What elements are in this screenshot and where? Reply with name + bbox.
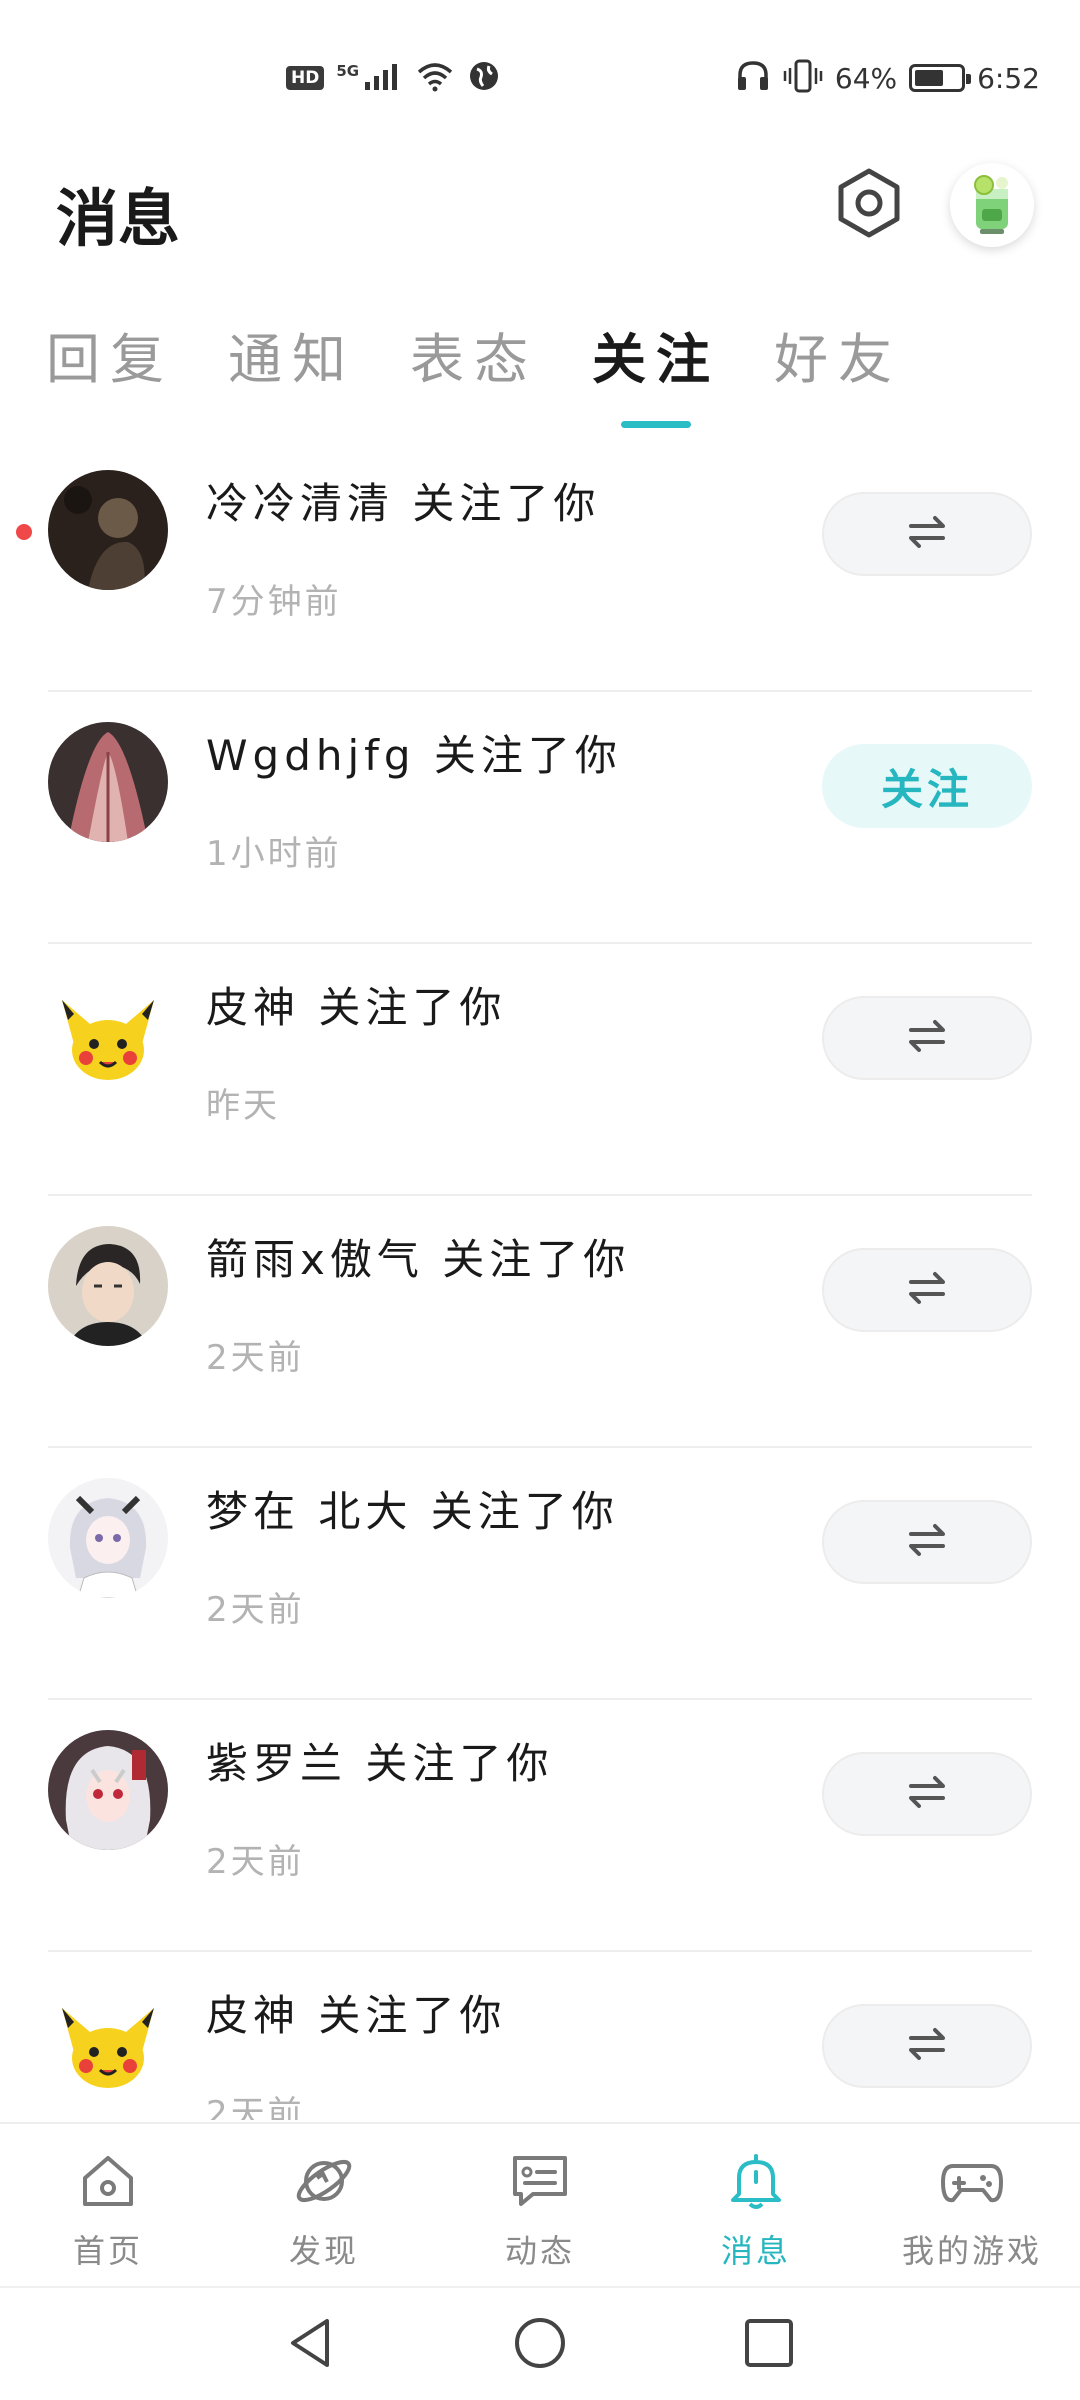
nav-item-0[interactable]: 首页 <box>0 2124 216 2284</box>
cellular-signal-icon <box>363 60 403 96</box>
notification-text: 箭雨x傲气 关注了你 <box>206 1235 631 1284</box>
swap-arrows-icon <box>903 508 951 560</box>
unread-dot <box>16 524 32 540</box>
nav-label: 我的游戏 <box>901 2232 1042 2270</box>
swap-arrows-icon <box>903 1012 951 1064</box>
notification-text: 梦在 北大 关注了你 <box>206 1487 619 1536</box>
mutual-follow-button[interactable] <box>822 1248 1032 1332</box>
nav-label: 首页 <box>72 2232 143 2270</box>
dark-hair-man-avatar[interactable] <box>48 1226 168 1346</box>
notification-row[interactable]: 冷冷清清 关注了你 7分钟前 <box>0 440 1080 692</box>
hd-badge: HD <box>286 66 325 90</box>
home-circle-icon <box>512 2315 568 2375</box>
vibrate-icon <box>783 58 823 98</box>
battery-level <box>915 70 944 86</box>
wifi-icon <box>415 60 455 96</box>
nav-item-4[interactable]: 我的游戏 <box>864 2124 1080 2284</box>
follow-notification-list: 冷冷清清 关注了你 7分钟前 Wgdhjfg 关注了你 1小时前 关注 皮神 关注了你 昨天… <box>0 440 1080 2120</box>
tab-label: 关注 <box>592 328 720 391</box>
pikachu-avatar[interactable] <box>48 974 168 1094</box>
page-title: 消息 <box>56 182 181 255</box>
message-tabs: 回复 通知 表态 关注 好友 <box>46 320 956 430</box>
my-avatar[interactable] <box>950 163 1034 247</box>
chat-card-icon <box>507 2148 573 2214</box>
swap-arrows-icon <box>903 2020 951 2072</box>
tab-1[interactable]: 通知 <box>228 320 356 400</box>
planet-icon <box>291 2148 357 2214</box>
status-bar: HD 5G 64% 6:52 <box>0 0 1080 150</box>
bottom-navigation: 首页 发现 动态 消息 我的游戏 <box>0 2122 1080 2284</box>
settings-button[interactable] <box>832 168 906 242</box>
notification-time: 7分钟前 <box>206 582 342 622</box>
nav-label: 消息 <box>720 2232 791 2270</box>
notification-row[interactable]: 梦在 北大 关注了你 2天前 <box>0 1448 1080 1700</box>
tab-label: 回复 <box>46 328 174 391</box>
battery-icon <box>909 64 972 92</box>
notification-row[interactable]: Wgdhjfg 关注了你 1小时前 关注 <box>0 692 1080 944</box>
tab-label: 表态 <box>410 328 538 391</box>
swap-arrows-icon <box>903 1264 951 1316</box>
recents-square-icon <box>741 2315 797 2375</box>
notification-time: 昨天 <box>206 1086 280 1126</box>
hexagon-settings-icon <box>832 166 906 244</box>
tab-2[interactable]: 表态 <box>410 320 538 400</box>
clock: 6:52 <box>977 61 1040 95</box>
mutual-follow-button[interactable] <box>822 492 1032 576</box>
mutual-follow-button[interactable] <box>822 1752 1032 1836</box>
globe-icon <box>467 59 501 97</box>
home-system-button[interactable] <box>505 2310 575 2380</box>
dark-portrait-avatar[interactable] <box>48 470 168 590</box>
active-tab-indicator <box>621 421 691 428</box>
notification-row[interactable]: 箭雨x傲气 关注了你 2天前 <box>0 1196 1080 1448</box>
notification-row[interactable]: 皮神 关注了你 昨天 <box>0 944 1080 1196</box>
nav-item-2[interactable]: 动态 <box>432 2124 648 2284</box>
nav-item-3[interactable]: 消息 <box>648 2124 864 2284</box>
white-hair-girl-avatar[interactable] <box>48 1478 168 1598</box>
recents-button[interactable] <box>734 2310 804 2380</box>
notification-row[interactable]: 皮神 关注了你 2天前 <box>0 1952 1080 2120</box>
status-left: HD 5G <box>286 58 501 98</box>
headphones-icon <box>735 59 771 97</box>
drink-avatar-image <box>974 175 1008 234</box>
notification-text: 皮神 关注了你 <box>206 983 507 1032</box>
back-button[interactable] <box>276 2310 346 2380</box>
tab-3[interactable]: 关注 <box>592 320 720 428</box>
notification-text: Wgdhjfg 关注了你 <box>206 731 622 780</box>
nav-item-1[interactable]: 发现 <box>216 2124 432 2284</box>
bell-icon <box>723 2148 789 2214</box>
mutual-follow-button[interactable] <box>822 996 1032 1080</box>
notification-time: 2天前 <box>206 2094 305 2120</box>
mutual-follow-button[interactable] <box>822 2004 1032 2088</box>
red-dress-avatar[interactable] <box>48 722 168 842</box>
nav-label: 发现 <box>288 2232 359 2270</box>
notification-text: 冷冷清清 关注了你 <box>206 479 601 528</box>
network-type-label: 5G <box>336 62 360 80</box>
mutual-follow-button[interactable] <box>822 1500 1032 1584</box>
back-icon <box>283 2315 339 2375</box>
status-right: 64% 6:52 <box>735 58 1040 98</box>
gamepad-icon <box>939 2148 1005 2214</box>
swap-arrows-icon <box>903 1768 951 1820</box>
silver-hair-girl-avatar[interactable] <box>48 1730 168 1850</box>
tab-label: 通知 <box>228 328 356 391</box>
follow-button[interactable]: 关注 <box>822 744 1032 828</box>
tab-label: 好友 <box>774 328 902 391</box>
notification-row[interactable]: 紫罗兰 关注了你 2天前 <box>0 1700 1080 1952</box>
nav-label: 动态 <box>504 2232 575 2270</box>
notification-text: 皮神 关注了你 <box>206 1991 507 2040</box>
notification-text: 紫罗兰 关注了你 <box>206 1739 554 1788</box>
pikachu-avatar[interactable] <box>48 1982 168 2102</box>
notification-time: 2天前 <box>206 1842 305 1882</box>
battery-percent: 64% <box>834 61 898 95</box>
tab-0[interactable]: 回复 <box>46 320 174 400</box>
system-navigation-bar <box>0 2286 1080 2400</box>
notification-time: 2天前 <box>206 1338 305 1378</box>
home-icon <box>75 2148 141 2214</box>
tab-4[interactable]: 好友 <box>774 320 902 400</box>
notification-time: 1小时前 <box>206 834 342 874</box>
swap-arrows-icon <box>903 1516 951 1568</box>
notification-time: 2天前 <box>206 1590 305 1630</box>
